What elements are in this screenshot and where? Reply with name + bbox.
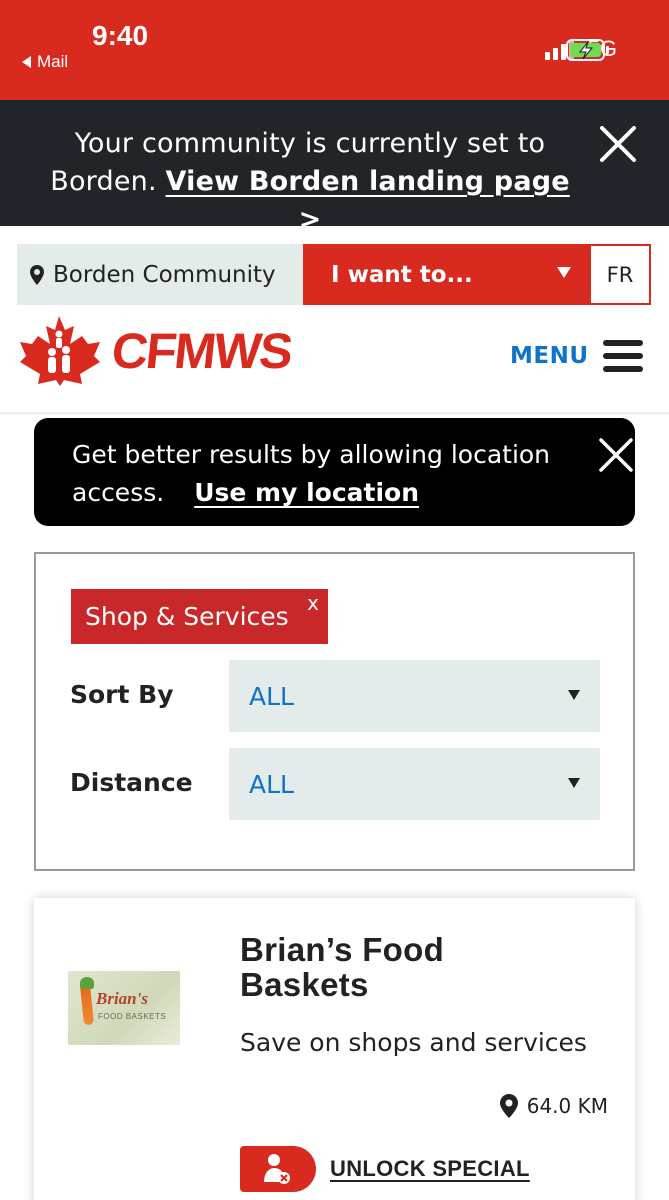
unlock-user-icon [240,1146,316,1192]
back-app-label: Mail [37,52,69,71]
sort-by-value: ALL [249,681,294,711]
distance-text: 64.0 KM [526,1094,608,1118]
community-message: Your community is currently set to Borde… [40,125,580,239]
back-to-mail-link[interactable]: Mail [22,52,68,72]
hamburger-icon [602,340,643,372]
carrot-icon [79,984,95,1026]
thumbnail-subtitle: FOOD BASKETS [98,1012,167,1021]
active-filter-label: Shop & Services [85,602,289,631]
map-pin-icon [30,264,44,285]
map-pin-icon [499,1094,518,1118]
filter-panel: Shop & Services x Sort By ALL Distance A… [34,552,635,871]
battery-charging-icon [566,39,609,61]
i-want-to-label: I want to... [331,261,473,288]
business-distance: 64.0 KM [499,1093,608,1119]
sort-by-label: Sort By [70,680,174,709]
i-want-to-dropdown[interactable]: I want to... [303,244,589,305]
distance-value: ALL [249,769,294,799]
business-subtitle: Save on shops and services [240,1028,587,1057]
leaf-icon [80,977,94,989]
logo-wordmark: CFMWS [109,323,294,379]
status-bar: 9:40 Mail 5G [0,0,669,100]
view-landing-page-link[interactable]: View Borden landing page > [166,166,570,235]
business-thumbnail: Brian's FOOD BASKETS [68,971,180,1045]
business-title[interactable]: Brian’s Food Baskets [240,932,560,1002]
location-prompt-message: Get better results by allowing location … [72,436,632,512]
menu-label: MENU [510,343,589,369]
distance-label: Distance [70,768,193,797]
unlock-special-button[interactable]: UNLOCK SPECIAL [240,1146,530,1192]
community-banner: Your community is currently set to Borde… [0,100,669,235]
unlock-special-label: UNLOCK SPECIAL [330,1156,530,1181]
chevron-down-icon [557,267,571,278]
language-toggle-button[interactable]: FR [589,244,651,305]
status-time: 9:40 [92,20,149,51]
sort-by-select[interactable]: ALL [229,660,600,732]
location-prompt: Get better results by allowing location … [34,418,635,526]
chevron-down-icon [568,690,580,700]
header-divider [0,412,669,416]
thumbnail-title: Brian's [96,989,148,1008]
active-filter-tag[interactable]: Shop & Services x [71,589,328,644]
result-card[interactable]: Brian's FOOD BASKETS Brian’s Food Basket… [34,898,635,1200]
menu-button[interactable]: MENU [510,340,643,372]
community-name: Borden Community [53,261,276,288]
chevron-down-icon [568,778,580,788]
community-selector[interactable]: Borden Community [17,244,303,305]
close-icon[interactable] [596,435,636,475]
close-icon[interactable] [596,122,640,166]
distance-select[interactable]: ALL [229,748,600,820]
back-arrow-icon [22,56,31,68]
remove-filter-button[interactable]: x [307,591,319,615]
use-my-location-link[interactable]: Use my location [194,478,419,507]
